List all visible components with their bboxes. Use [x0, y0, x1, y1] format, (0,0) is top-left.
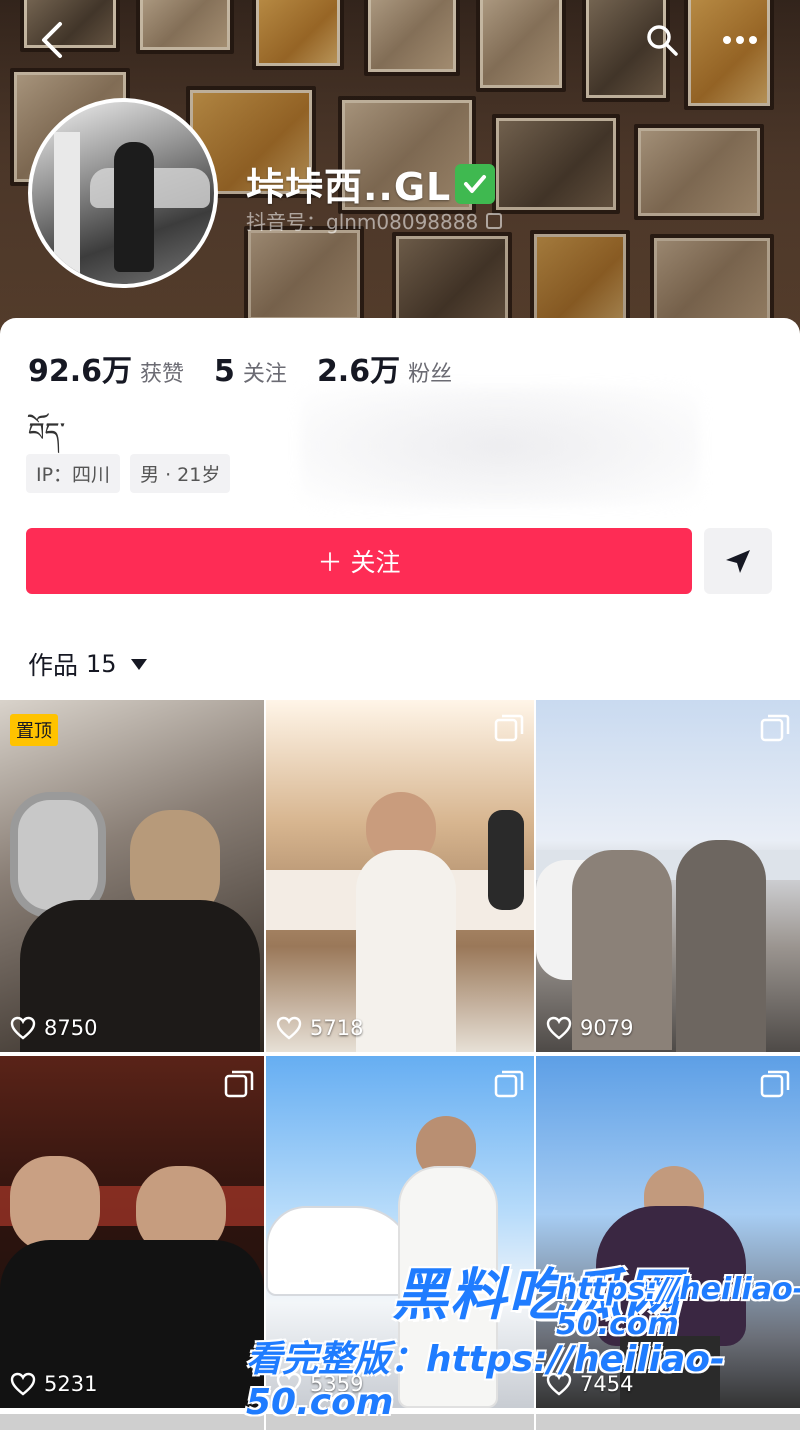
followers-stat[interactable]: 2.6万 粉丝 — [317, 346, 452, 390]
caret-down-icon — [130, 658, 147, 670]
video-likes-count: 9079 — [580, 1016, 634, 1040]
multi-image-icon — [760, 1070, 790, 1098]
douyin-id-text: 抖音号：glnm08098888 — [246, 210, 479, 234]
chevron-left-icon — [42, 22, 62, 58]
pinned-badge: 置顶 — [10, 714, 58, 746]
video-tile[interactable]: 5718 — [266, 700, 534, 1052]
gender-age-tag: 男 · 21岁 — [130, 454, 231, 493]
likes-stat[interactable]: 92.6万 获赞 — [28, 346, 184, 390]
works-label: 作品 — [28, 651, 79, 680]
follow-button[interactable]: ＋ 关注 — [26, 528, 692, 594]
search-button[interactable] — [642, 20, 682, 60]
heart-icon — [10, 1372, 36, 1396]
copy-icon[interactable] — [486, 212, 503, 229]
nickname-text: 垰垰西..GL — [246, 165, 452, 209]
multi-image-icon — [494, 1070, 524, 1098]
profile-stats: 92.6万 获赞 5 关注 2.6万 粉丝 — [28, 346, 452, 390]
multi-image-icon — [224, 1070, 254, 1098]
heart-icon — [10, 1016, 36, 1040]
heart-icon — [276, 1016, 302, 1040]
profile-name: 垰垰西..GL — [246, 156, 496, 211]
video-likes-count: 5231 — [44, 1372, 98, 1396]
avatar[interactable] — [28, 98, 218, 288]
more-button[interactable] — [720, 20, 760, 60]
video-likes: 9079 — [546, 1016, 633, 1040]
check-badge-icon — [455, 163, 496, 204]
profile-card: 92.6万 获赞 5 关注 2.6万 粉丝 བོད་ IP：四川 男 · 21岁… — [0, 318, 800, 708]
watermark-full-version: 看完整版：https://heiliao-50.com — [246, 1330, 800, 1423]
video-tile[interactable]: 5231 — [0, 1056, 264, 1408]
works-count: 15 — [86, 650, 117, 678]
video-likes: 5718 — [276, 1016, 363, 1040]
followers-count: 2.6万 — [316, 354, 401, 389]
heart-icon — [546, 1016, 572, 1040]
ip-location-tag: IP：四川 — [26, 454, 121, 493]
following-stat[interactable]: 5 关注 — [214, 354, 287, 389]
likes-count: 92.6万 — [28, 354, 133, 389]
video-tile[interactable]: 置顶 8750 — [0, 700, 264, 1052]
video-likes-count: 5718 — [310, 1016, 364, 1040]
video-likes: 8750 — [10, 1016, 97, 1040]
video-likes: 5231 — [10, 1372, 97, 1396]
following-count: 5 — [214, 354, 235, 389]
video-likes-count: 8750 — [44, 1016, 98, 1040]
douyin-id: 抖音号：glnm08098888 — [246, 206, 503, 235]
send-icon — [726, 550, 750, 573]
back-button[interactable] — [32, 20, 72, 60]
follow-button-label: ＋ 关注 — [317, 548, 401, 577]
watermark-full-label: 看完整版： — [246, 1339, 427, 1380]
message-button[interactable] — [704, 528, 772, 594]
more-dots-icon — [723, 36, 757, 44]
multi-image-icon — [760, 714, 790, 742]
video-tile[interactable]: 9079 — [536, 700, 800, 1052]
search-icon — [647, 25, 678, 56]
following-label: 关注 — [242, 362, 287, 387]
video-tile[interactable] — [0, 1414, 264, 1430]
profile-tags: IP：四川 男 · 21岁 — [26, 454, 231, 493]
works-tab[interactable]: 作品 15 — [28, 646, 147, 682]
followers-label: 粉丝 — [408, 362, 453, 387]
likes-label: 获赞 — [140, 362, 185, 387]
multi-image-icon — [494, 714, 524, 742]
